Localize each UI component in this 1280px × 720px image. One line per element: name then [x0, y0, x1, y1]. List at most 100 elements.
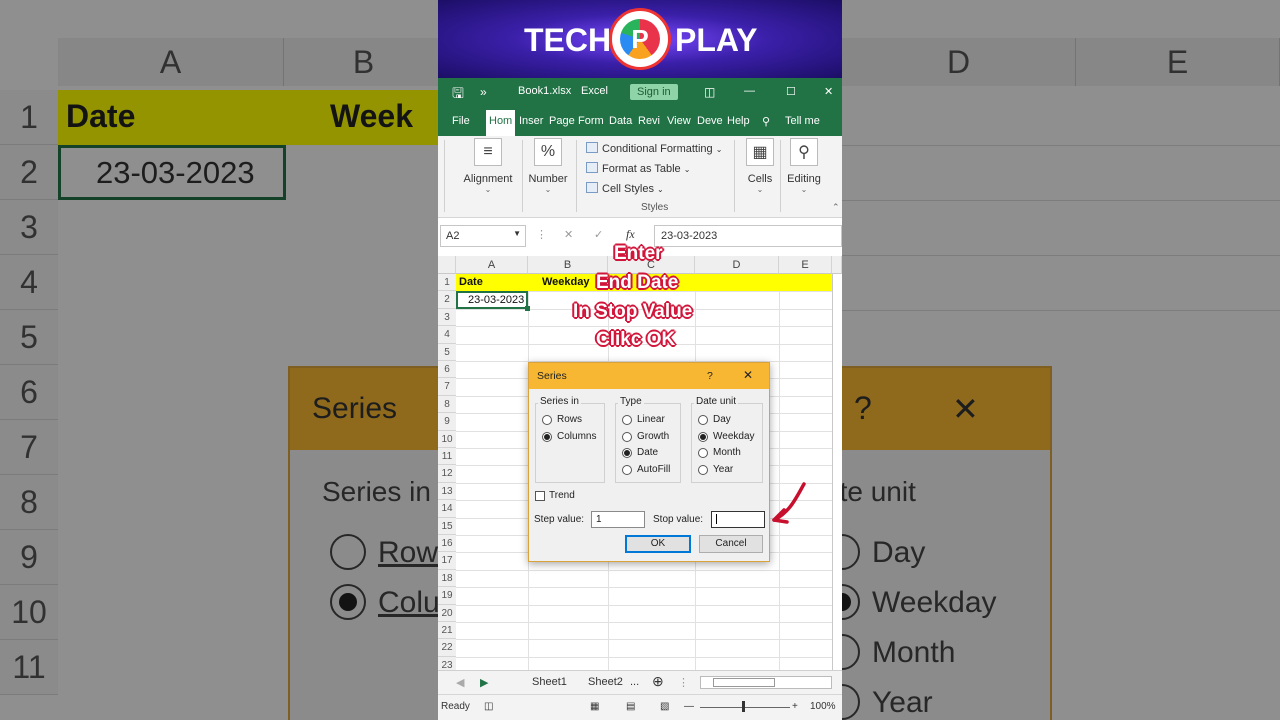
zoom-in-icon[interactable]: +	[792, 701, 798, 712]
tab-page-layout[interactable]: Page	[549, 115, 575, 127]
columns-radio[interactable]: Columns	[542, 431, 596, 442]
row-header-13[interactable]: 13	[438, 482, 456, 501]
tab-developer[interactable]: Deve	[697, 115, 723, 127]
row-header-8[interactable]: 8	[438, 395, 456, 414]
tab-file[interactable]: File	[452, 115, 470, 127]
row-header-10[interactable]: 10	[438, 430, 456, 448]
row-header-5[interactable]: 5	[438, 343, 456, 361]
close-icon[interactable]: ✕	[824, 85, 833, 98]
zoom-out-icon[interactable]: —	[684, 701, 694, 712]
sheet-tab-sheet1[interactable]: Sheet1	[532, 676, 567, 688]
stop-value-input[interactable]	[711, 511, 765, 528]
tab-data[interactable]: Data	[609, 115, 632, 127]
row-header-12[interactable]: 12	[438, 465, 456, 483]
editing-group[interactable]: ⚲ Editing ⌄	[784, 138, 824, 194]
row-header-9[interactable]: 9	[438, 413, 456, 431]
name-box[interactable]: A2 ▼	[440, 225, 526, 247]
col-header-e[interactable]: E	[779, 256, 832, 274]
cell-a2[interactable]: 23-03-2023	[468, 292, 524, 309]
horizontal-scrollbar[interactable]	[700, 676, 832, 689]
row-header-14[interactable]: 14	[438, 500, 456, 518]
row-header-19[interactable]: 19	[438, 587, 456, 605]
alignment-group[interactable]: ≡ Alignment ⌄	[462, 138, 514, 194]
tab-view[interactable]: View	[667, 115, 691, 127]
prev-sheet-icon[interactable]: ◀	[456, 676, 464, 689]
trend-checkbox[interactable]	[535, 491, 545, 501]
row-header-3[interactable]: 3	[438, 308, 456, 327]
tell-me-search[interactable]: Tell me	[785, 115, 820, 127]
sheet-options-icon[interactable]: ⋮	[678, 676, 689, 689]
tab-home[interactable]: Hom	[486, 110, 516, 136]
row-header-6[interactable]: 6	[438, 361, 456, 379]
scroll-up-icon[interactable]	[832, 256, 842, 274]
autofill-radio[interactable]: AutoFill	[622, 464, 670, 475]
col-header-a[interactable]: A	[456, 256, 528, 274]
normal-view-icon[interactable]: ▦	[590, 701, 599, 712]
growth-radio[interactable]: Growth	[622, 431, 669, 442]
row-header-17[interactable]: 17	[438, 552, 456, 570]
cancel-entry-icon[interactable]: ✕	[564, 228, 573, 241]
collapse-ribbon-icon[interactable]: ⌃	[832, 202, 840, 213]
ribbon-display-icon[interactable]: ◫	[704, 85, 715, 99]
help-icon[interactable]: ?	[707, 370, 713, 382]
step-value-input[interactable]: 1	[591, 511, 645, 528]
close-icon[interactable]: ✕	[743, 368, 753, 382]
insert-function-icon[interactable]: fx	[626, 227, 635, 242]
cells-group[interactable]: ▦ Cells ⌄	[740, 138, 780, 194]
col-header-d[interactable]: D	[695, 256, 779, 274]
cell-styles-button[interactable]: Cell Styles ⌄	[586, 182, 664, 195]
cancel-button[interactable]: Cancel	[699, 535, 763, 553]
add-sheet-icon[interactable]: ⊕	[652, 673, 664, 690]
more-sheets[interactable]: ...	[630, 676, 639, 688]
row-header-18[interactable]: 18	[438, 569, 456, 588]
weekday-radio[interactable]: Weekday	[698, 431, 755, 442]
more-options-icon[interactable]: ⋮	[536, 228, 547, 241]
fill-handle[interactable]	[525, 306, 530, 311]
year-radio[interactable]: Year	[698, 464, 733, 475]
row-header-4[interactable]: 4	[438, 326, 456, 344]
month-radio[interactable]: Month	[698, 447, 741, 458]
lightbulb-icon[interactable]: ⚲	[762, 115, 770, 128]
cell-b1[interactable]: Weekday	[542, 274, 590, 291]
conditional-formatting-button[interactable]: Conditional Formatting ⌄	[586, 142, 722, 155]
sheet-tab-sheet2[interactable]: Sheet2	[588, 676, 623, 688]
page-layout-icon[interactable]: ▤	[626, 701, 635, 712]
minimize-icon[interactable]: —	[744, 85, 755, 97]
tab-formulas[interactable]: Form	[578, 115, 604, 127]
zoom-level[interactable]: 100%	[810, 701, 836, 712]
cell-a1[interactable]: Date	[459, 274, 483, 291]
number-group[interactable]: % Number ⌄	[526, 138, 570, 194]
accessibility-icon[interactable]: ◫	[484, 701, 493, 712]
format-as-table-button[interactable]: Format as Table ⌄	[586, 162, 690, 175]
tab-help[interactable]: Help	[727, 115, 750, 127]
date-radio[interactable]: Date	[622, 447, 658, 458]
next-sheet-icon[interactable]: ▶	[480, 676, 488, 689]
row-header-15[interactable]: 15	[438, 517, 456, 535]
page-break-icon[interactable]: ▧	[660, 701, 669, 712]
maximize-icon[interactable]: ☐	[786, 85, 796, 98]
row-header-21[interactable]: 21	[438, 622, 456, 640]
formula-input[interactable]: 23-03-2023	[654, 225, 842, 247]
save-icon[interactable]: 🖫	[452, 83, 464, 107]
row-header-2[interactable]: 2	[438, 291, 456, 309]
row-header-11[interactable]: 11	[438, 448, 456, 466]
tab-review[interactable]: Revi	[638, 115, 660, 127]
sign-in-button[interactable]: Sign in	[630, 84, 678, 100]
zoom-slider[interactable]	[700, 707, 790, 708]
rows-radio[interactable]: Rows	[542, 414, 582, 425]
ok-button[interactable]: OK	[625, 535, 691, 553]
zoom-slider-thumb[interactable]	[742, 701, 745, 712]
row-header-22[interactable]: 22	[438, 639, 456, 657]
row-header-23[interactable]: 23	[438, 656, 456, 670]
confirm-entry-icon[interactable]: ✓	[594, 228, 603, 241]
row-header-20[interactable]: 20	[438, 604, 456, 622]
row-header-1[interactable]: 1	[438, 274, 456, 292]
tab-insert[interactable]: Inser	[519, 115, 543, 127]
select-all-corner[interactable]	[438, 256, 456, 274]
quick-access-more-icon[interactable]: »	[480, 85, 487, 99]
linear-radio[interactable]: Linear	[622, 414, 665, 425]
row-header-7[interactable]: 7	[438, 378, 456, 396]
scrollbar-thumb[interactable]	[713, 678, 775, 687]
day-radio[interactable]: Day	[698, 414, 731, 425]
row-header-16[interactable]: 16	[438, 535, 456, 553]
